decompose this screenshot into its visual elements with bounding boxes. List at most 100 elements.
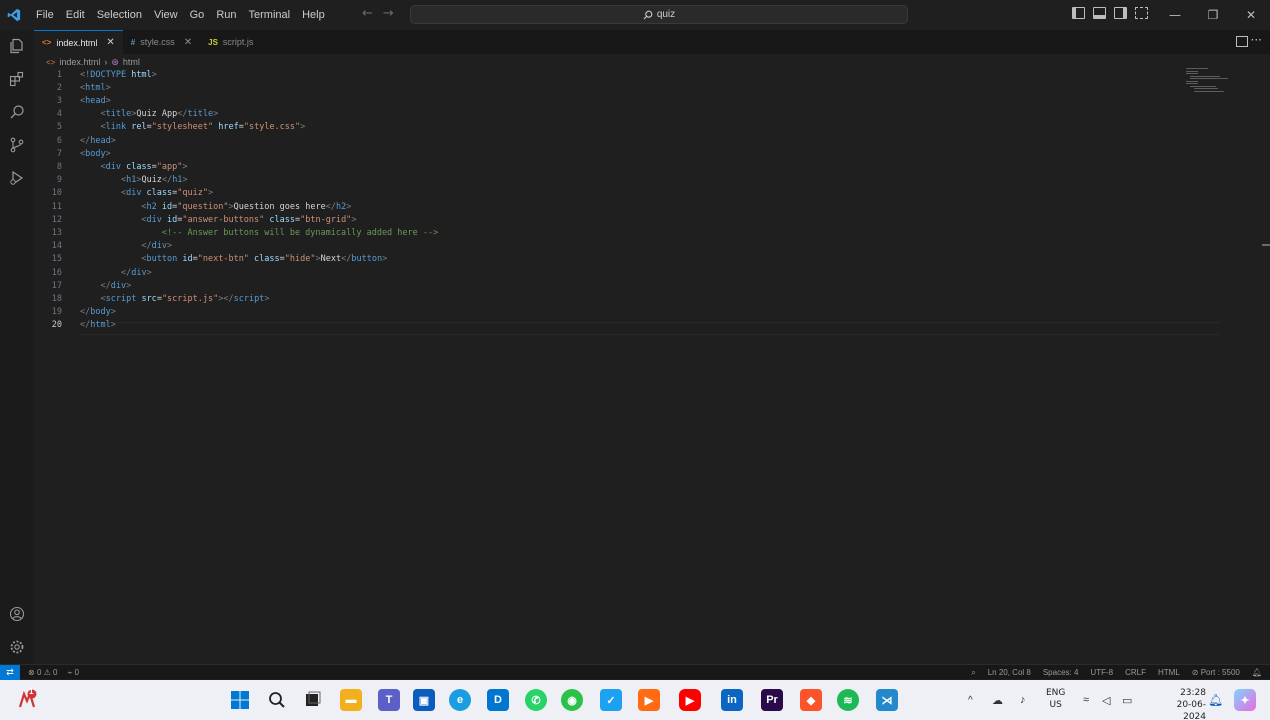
- search-sidebar-icon[interactable]: [7, 102, 27, 122]
- microphone-icon[interactable]: ♪: [1020, 680, 1026, 720]
- taskbar-search-icon[interactable]: [266, 689, 288, 711]
- code-line[interactable]: 10 <div class="quiz">: [34, 187, 213, 200]
- code-line[interactable]: 14 </div>: [34, 240, 172, 253]
- premiere-icon[interactable]: Pr: [761, 689, 783, 711]
- breadcrumb-file[interactable]: index.html: [59, 57, 100, 67]
- accounts-icon[interactable]: [7, 604, 27, 624]
- dell-icon[interactable]: D: [487, 689, 509, 711]
- code-line[interactable]: 20 </html>: [34, 319, 116, 332]
- code-line[interactable]: 19 </body>: [34, 306, 116, 319]
- media-player-icon[interactable]: ▶: [638, 689, 660, 711]
- show-hidden-icons-icon[interactable]: ^: [968, 680, 973, 720]
- menu-go[interactable]: Go: [184, 0, 211, 30]
- code-line[interactable]: 17 </div>: [34, 279, 131, 292]
- minimize-icon[interactable]: —: [1156, 0, 1194, 30]
- brave-icon[interactable]: ◆: [800, 689, 822, 711]
- zoom-icon[interactable]: ⌕: [971, 668, 975, 678]
- close-tab-icon[interactable]: ✕: [106, 37, 114, 48]
- code-line[interactable]: 8 <div class="app">: [34, 160, 188, 173]
- language-indicator[interactable]: ENG US: [1046, 687, 1065, 711]
- menu-file[interactable]: File: [30, 0, 60, 30]
- battery-icon[interactable]: ▭: [1122, 680, 1132, 720]
- ports-status[interactable]: ⌁ 0: [67, 668, 79, 677]
- onedrive-icon[interactable]: ☁: [992, 680, 1003, 720]
- code-line[interactable]: 12 <div id="answer-buttons" class="btn-g…: [34, 213, 357, 226]
- teams-icon[interactable]: T: [378, 689, 400, 711]
- code-line[interactable]: 7 <body>: [34, 147, 111, 160]
- menu-edit[interactable]: Edit: [60, 0, 91, 30]
- code-line[interactable]: 3 <head>: [34, 94, 111, 107]
- linkedin-icon[interactable]: in: [721, 689, 743, 711]
- menu-run[interactable]: Run: [210, 0, 242, 30]
- restore-icon[interactable]: ❐: [1194, 0, 1232, 30]
- remote-indicator-icon[interactable]: ⇄: [0, 664, 20, 680]
- notifications-bell-icon[interactable]: 🔔︎: [1252, 668, 1262, 677]
- tab-style-css[interactable]: # style.css ✕: [123, 30, 200, 54]
- menu-terminal[interactable]: Terminal: [243, 0, 297, 30]
- code-line[interactable]: 5 <link rel="stylesheet" href="style.css…: [34, 121, 305, 134]
- cursor-position[interactable]: Ln 20, Col 8: [988, 668, 1031, 677]
- code-editor[interactable]: 1 <!DOCTYPE html> 2 <html> 3 <head> 4 <title>Q…: [34, 68, 1270, 664]
- problems-status[interactable]: ⊗ 0 ⚠ 0: [28, 668, 57, 677]
- vscode-logo-icon[interactable]: [0, 0, 28, 30]
- more-actions-icon[interactable]: ···: [1251, 33, 1262, 47]
- widgets-icon[interactable]: 1: [16, 687, 38, 711]
- code-line[interactable]: 1 <!DOCTYPE html>: [34, 68, 157, 81]
- code-line[interactable]: 9 <h1>Quiz</h1>: [34, 174, 188, 187]
- duolingo-icon[interactable]: ◉: [561, 689, 583, 711]
- split-editor-icon[interactable]: [1236, 36, 1248, 47]
- run-debug-icon[interactable]: [7, 168, 27, 188]
- close-tab-icon[interactable]: ✕: [184, 37, 192, 48]
- explorer-icon[interactable]: [7, 36, 27, 56]
- tab-script-js[interactable]: JS script.js: [200, 30, 261, 54]
- code-line[interactable]: 2 <html>: [34, 81, 111, 94]
- customize-layout-icon[interactable]: [1135, 7, 1148, 19]
- copilot-icon[interactable]: ✦: [1234, 689, 1256, 711]
- settings-gear-icon[interactable]: [7, 637, 27, 657]
- code-line[interactable]: 13 <!-- Answer buttons will be dynamical…: [34, 226, 438, 239]
- youtube-icon[interactable]: ▶: [679, 689, 701, 711]
- notification-center-icon[interactable]: 🔔︎: [1208, 680, 1223, 720]
- code-line[interactable]: 11 <h2 id="question">Question goes here<…: [34, 200, 352, 213]
- edge-icon[interactable]: e: [449, 689, 471, 711]
- twitter-icon[interactable]: ✓: [600, 689, 622, 711]
- wifi-icon[interactable]: ≈: [1083, 680, 1089, 720]
- toggle-panel-icon[interactable]: [1093, 7, 1106, 19]
- volume-icon[interactable]: ◁: [1102, 680, 1110, 720]
- vscode-taskbar-icon[interactable]: ⋊: [876, 689, 898, 711]
- code-line[interactable]: 6 </head>: [34, 134, 116, 147]
- command-center-search[interactable]: quiz: [410, 5, 908, 24]
- menu-view[interactable]: View: [148, 0, 184, 30]
- code-line[interactable]: 15 <button id="next-btn" class="hide">Ne…: [34, 253, 387, 266]
- source-control-icon[interactable]: [7, 135, 27, 155]
- code-line[interactable]: 18 <script src="script.js"></script>: [34, 292, 270, 305]
- menu-help[interactable]: Help: [296, 0, 331, 30]
- toggle-secondary-sidebar-icon[interactable]: [1114, 7, 1127, 19]
- code-text: <!-- Answer buttons will be dynamically …: [161, 227, 439, 238]
- start-windows-icon[interactable]: [229, 689, 251, 711]
- encoding[interactable]: UTF-8: [1090, 668, 1113, 677]
- menu-selection[interactable]: Selection: [91, 0, 148, 30]
- system-clock[interactable]: 23:28 20-06-2024: [1176, 687, 1206, 720]
- indentation[interactable]: Spaces: 4: [1043, 668, 1079, 677]
- back-arrow-icon[interactable]: ←: [362, 6, 373, 21]
- task-view-icon[interactable]: [302, 689, 324, 711]
- language-mode[interactable]: HTML: [1158, 668, 1180, 677]
- scrollbar-marker[interactable]: [1262, 244, 1270, 246]
- breadcrumb-node[interactable]: html: [123, 57, 140, 67]
- minimap[interactable]: [1186, 68, 1236, 98]
- whatsapp-icon[interactable]: ✆: [525, 689, 547, 711]
- spotify-icon[interactable]: ≋: [837, 689, 859, 711]
- code-text: </html>: [80, 320, 116, 331]
- code-line[interactable]: 16 </div>: [34, 266, 152, 279]
- store-icon[interactable]: ▣: [413, 689, 435, 711]
- extensions-icon[interactable]: [7, 69, 27, 89]
- toggle-sidebar-icon[interactable]: [1072, 7, 1085, 19]
- code-line[interactable]: 4 <title>Quiz App</title>: [34, 108, 218, 121]
- close-icon[interactable]: ✕: [1232, 0, 1270, 30]
- live-server-status[interactable]: ⊘ Port : 5500: [1192, 668, 1240, 677]
- forward-arrow-icon[interactable]: →: [383, 6, 394, 21]
- file-explorer-icon[interactable]: ▬: [340, 689, 362, 711]
- end-of-line[interactable]: CRLF: [1125, 668, 1146, 677]
- tab-index-html[interactable]: <> index.html ✕: [34, 30, 123, 54]
